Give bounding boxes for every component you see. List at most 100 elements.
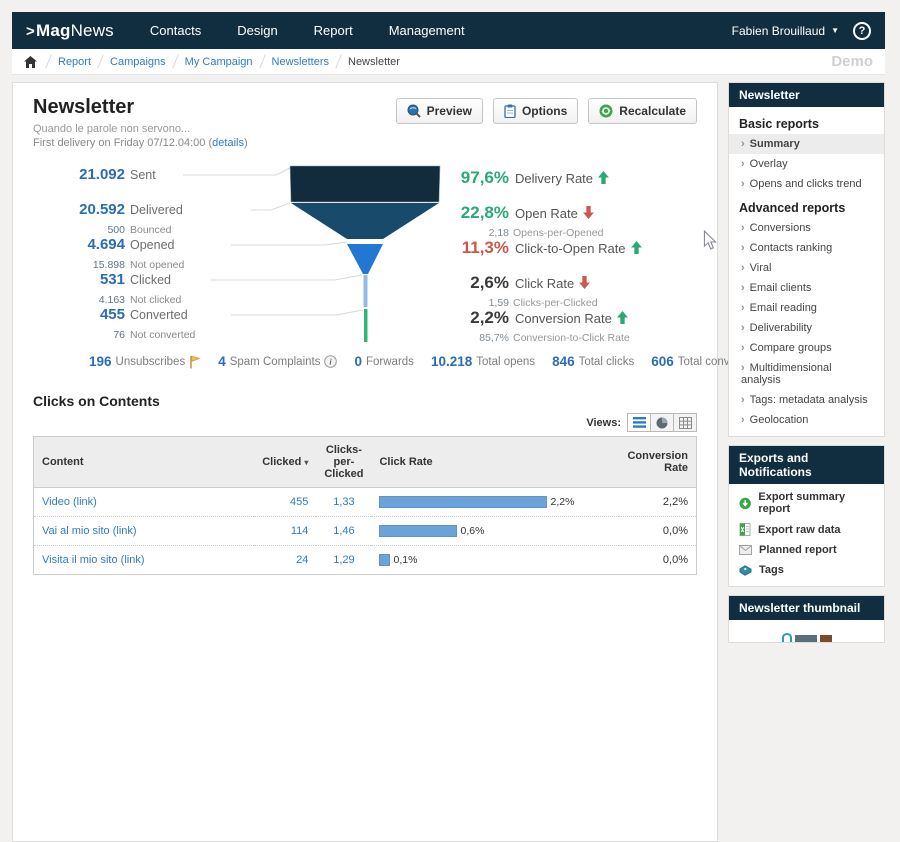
- sidebar-item-overlay[interactable]: ›Overlay: [729, 154, 884, 174]
- rate-click-to-open: 11,3%Click-to-Open Rate: [421, 238, 642, 258]
- sidebar-item-viral[interactable]: ›Viral: [729, 258, 884, 278]
- preview-button[interactable]: Preview: [396, 98, 483, 124]
- sidebar-item-email-reading[interactable]: ›Email reading: [729, 298, 884, 318]
- funnel-seg-clicked[interactable]: [364, 275, 368, 307]
- tags-link[interactable]: Tags: [729, 560, 884, 580]
- funnel-seg-sent[interactable]: [290, 166, 440, 202]
- crumb-my-campaign[interactable]: My Campaign: [185, 56, 253, 68]
- crumb-report[interactable]: Report: [58, 56, 91, 68]
- breadcrumb: Report Campaigns My Campaign Newsletters…: [12, 49, 885, 75]
- sidebar-item-deliverability[interactable]: ›Deliverability: [729, 318, 884, 338]
- total-unsubscribes: 196Unsubscribes: [89, 354, 201, 369]
- sidebar-item-opens-clicks-trend[interactable]: ›Opens and clicks trend: [729, 174, 884, 194]
- sidebar-item-contacts-ranking[interactable]: ›Contacts ranking: [729, 238, 884, 258]
- thumbnail-panel: Newsletter thumbnail: [728, 595, 885, 643]
- content-link[interactable]: Vai al mio sito (link): [42, 525, 137, 537]
- nav-item-contacts[interactable]: Contacts: [150, 23, 201, 38]
- sidebar-item-conversions[interactable]: ›Conversions: [729, 218, 884, 238]
- thumbnail-graphic: [820, 635, 832, 642]
- content-link[interactable]: Video (link): [42, 496, 97, 508]
- col-header-clicked[interactable]: Clicked▾: [254, 437, 316, 488]
- click-rate-bar: [379, 525, 457, 537]
- recalculate-button[interactable]: Recalculate: [588, 98, 697, 124]
- col-header-conversion-rate[interactable]: Conversion Rate: [619, 437, 696, 488]
- sidebar-item-compare-groups[interactable]: ›Compare groups: [729, 338, 884, 358]
- funnel-step-delivered: 20.592Delivered 500Bounced: [33, 201, 183, 238]
- envelope-icon: [739, 545, 752, 555]
- export-raw-data-link[interactable]: Export raw data: [729, 519, 884, 540]
- logo-chevron-icon: >: [26, 23, 35, 40]
- list-view-icon: [633, 417, 646, 428]
- click-rate-bar: [379, 554, 390, 566]
- cpc-value: 1,46: [316, 517, 371, 546]
- col-header-content[interactable]: Content: [34, 437, 255, 488]
- sidebar-item-email-clients[interactable]: ›Email clients: [729, 278, 884, 298]
- sidebar-item-geolocation[interactable]: ›Geolocation: [729, 410, 884, 430]
- recalculate-refresh-icon: [599, 104, 613, 118]
- rate-open: 22,8%Open Rate 2,18Opens-per-Opened: [421, 203, 603, 241]
- nav-item-report[interactable]: Report: [314, 23, 353, 38]
- planned-report-link[interactable]: Planned report: [729, 540, 884, 560]
- clicked-value: 24: [254, 546, 316, 575]
- user-menu[interactable]: Fabien Brouillaud▼: [732, 24, 839, 38]
- crumb-newsletters[interactable]: Newsletters: [272, 56, 329, 68]
- cpc-value: 1,33: [316, 488, 371, 517]
- chevron-right-icon: ›: [741, 158, 745, 170]
- col-header-clicks-per-clicked[interactable]: Clicks-per-Clicked: [316, 437, 371, 488]
- nav-item-design[interactable]: Design: [237, 23, 277, 38]
- funnel-step-sent: 21.092Sent: [33, 166, 156, 184]
- export-summary-report-link[interactable]: Export summary report: [729, 487, 884, 519]
- total-clicks: 846Total clicks: [552, 354, 634, 369]
- reports-panel: Newsletter Basic reports ›Summary ›Overl…: [728, 82, 885, 437]
- magnews-logo[interactable]: >MagNews: [26, 21, 114, 41]
- rate-conversion: 2,2%Conversion Rate 85,7%Conversion-to-C…: [421, 308, 630, 346]
- exports-panel: Exports and Notifications Export summary…: [728, 445, 885, 587]
- advanced-reports-heading: Advanced reports: [729, 194, 884, 218]
- content-link[interactable]: Visita il mio sito (link): [42, 554, 145, 566]
- trend-up-icon: [631, 241, 642, 254]
- newsletter-thumbnail-image[interactable]: [729, 620, 884, 642]
- options-clipboard-icon: [504, 104, 516, 118]
- home-icon[interactable]: [24, 56, 37, 68]
- table-row: Video (link) 455 1,33 2,2% 2,2%: [34, 488, 697, 517]
- view-grid-button[interactable]: [673, 413, 697, 432]
- spreadsheet-icon: [739, 523, 751, 536]
- details-link[interactable]: details: [212, 137, 244, 149]
- sidebar-item-multidimensional-analysis[interactable]: ›Multidimensional analysis: [729, 358, 884, 390]
- funnel-step-converted: 455Converted 76Not converted: [33, 306, 195, 343]
- crumb-current: Newsletter: [348, 56, 400, 68]
- sidebar-item-tags-metadata-analysis[interactable]: ›Tags: metadata analysis: [729, 390, 884, 410]
- crumb-campaigns[interactable]: Campaigns: [110, 56, 166, 68]
- clicks-section-title: Clicks on Contents: [33, 393, 697, 409]
- exports-panel-header[interactable]: Exports and Notifications: [729, 446, 884, 484]
- help-icon[interactable]: ?: [853, 22, 871, 40]
- breadcrumb-separator: [259, 54, 266, 68]
- total-forwards: 0Forwards: [354, 354, 413, 369]
- trend-down-icon: [579, 276, 590, 289]
- funnel-step-clicked: 531Clicked 4.163Not clicked: [33, 271, 181, 308]
- chevron-right-icon: ›: [741, 342, 745, 354]
- chevron-right-icon: ›: [741, 178, 745, 190]
- top-navbar: >MagNews Contacts Design Report Manageme…: [12, 12, 885, 49]
- trend-up-icon: [617, 311, 628, 324]
- click-rate-bar: [379, 496, 547, 508]
- views-label: Views:: [586, 417, 621, 429]
- view-list-button[interactable]: [627, 413, 651, 432]
- rate-delivery: 97,6%Delivery Rate: [421, 168, 609, 188]
- page-title: Newsletter: [33, 96, 248, 119]
- funnel-seg-opened[interactable]: [347, 244, 383, 274]
- nav-item-management[interactable]: Management: [389, 23, 465, 38]
- mouse-cursor: [703, 230, 717, 250]
- options-button[interactable]: Options: [493, 98, 578, 124]
- col-header-click-rate[interactable]: Click Rate: [371, 437, 619, 488]
- logo-bold-text: Mag: [36, 21, 71, 40]
- sidebar-item-summary[interactable]: ›Summary: [729, 134, 884, 154]
- view-pie-button[interactable]: [650, 413, 674, 432]
- reports-panel-header[interactable]: Newsletter: [729, 83, 884, 107]
- funnel-seg-converted[interactable]: [364, 309, 368, 342]
- chevron-right-icon: ›: [741, 262, 745, 274]
- funnel-step-opened: 4.694Opened 15.898Not opened: [33, 236, 184, 273]
- thumbnail-panel-header[interactable]: Newsletter thumbnail: [729, 596, 884, 620]
- info-icon[interactable]: i: [324, 355, 337, 368]
- funnel-seg-delivered[interactable]: [291, 203, 439, 239]
